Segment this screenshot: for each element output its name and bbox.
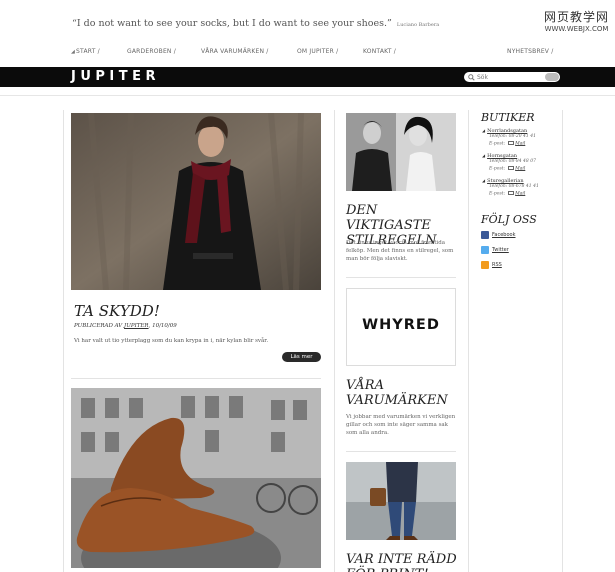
search-input[interactable] [477,72,545,82]
store-email: E-post: Mail [489,140,526,146]
post-meta: PUBLICERAD AV JUPITER, 10/10/09 [74,323,177,329]
post-meta-prefix: PUBLICERAD AV [74,323,123,329]
watermark: 网页教学网 WWW.WEBJX.COM [544,8,609,33]
store-mail-link[interactable]: Mail [515,166,525,171]
feature-text-varumarken: Vi jobbar med varumärken vi verkligen gi… [346,414,456,436]
feature-title-varumarken[interactable]: VÅRA VARUMÄRKEN [346,378,461,408]
feature-image-print[interactable] [346,462,456,540]
search-icon [468,73,475,81]
content-right-border [562,110,563,572]
store-email: E-post: Mail [489,190,526,196]
post-title[interactable]: TA SKYDD! [74,302,160,320]
header-divider [0,95,615,96]
feature-divider [346,277,456,278]
nav-item-kontakt[interactable]: KONTAKT / [363,48,396,55]
store-mail-link[interactable]: Mail [515,191,525,196]
nav-item-vara-varumarken[interactable]: VÅRA VARUMÄRKEN / [201,48,269,55]
search-box [464,72,560,82]
follow-rss[interactable]: RSS [481,261,502,269]
feature-divider [346,451,456,452]
store-item: ◢ Norrlandsgatan Telefon: 08-20 41 41 E-p… [482,128,536,148]
header-quote: “I do not want to see your socks, but I … [72,18,439,29]
post-excerpt: Vi har valt ut tio ytterplagg som du kan… [74,338,269,344]
watermark-title: 网页教学网 [543,10,609,24]
store-email: E-post: Mail [489,165,526,171]
read-more-button[interactable]: Läs mer [282,352,321,362]
mail-icon [508,190,515,195]
post-date: , 10/10/09 [148,323,177,329]
feature-title-print[interactable]: VAR INTE RÄDD FÖR PRINT! [346,552,461,572]
mail-icon [508,165,515,170]
nav-item-garderoben[interactable]: GARDEROBEN / [127,48,176,55]
nav-active-arrow-icon: ◢ [71,49,76,55]
brand-logo-whyred: WHYRED [362,317,440,333]
store-item: ◢ Hornsgatan Telefon: 08-84 48 07 E-post:… [482,153,536,173]
column-divider [468,110,469,572]
store-mail-link[interactable]: Mail [515,141,525,146]
brand-logo-box[interactable]: WHYRED [346,288,456,366]
follow-twitter[interactable]: Twitter [481,246,509,254]
feature-image-couple[interactable] [346,113,456,191]
store-item: ◢ Sturegallerian Telefon: 08-678 41 41 E-… [482,178,539,198]
nav-item-nyhetsbrev[interactable]: NYHETSBREV / [507,48,553,55]
header-bar: JUPITER [0,67,615,87]
content-left-border [63,110,64,572]
watermark-url: WWW.WEBJX.COM [544,25,609,33]
quote-text: “I do not want to see your socks, but I … [72,18,392,29]
arrow-icon: ◢ [482,178,486,183]
arrow-icon: ◢ [482,153,486,158]
site-logo[interactable]: JUPITER [71,69,160,84]
search-button[interactable] [545,73,559,81]
follow-facebook[interactable]: Facebook [481,231,516,239]
nav-item-om-jupiter[interactable]: OM JUPITER / [297,48,338,55]
post-image-shoes[interactable] [71,388,321,568]
post-image-coat[interactable] [71,113,321,290]
column-divider [334,110,335,572]
follow-heading: FÖLJ OSS [481,213,537,226]
main-nav: ◢START / GARDEROBEN / VÅRA VARUMÄRKEN / … [0,48,615,58]
mail-icon [508,140,515,145]
feature-text-stilregeln: Det finns inget vaccin mot framtida felk… [346,240,454,262]
post-divider [71,378,321,379]
rss-icon [481,261,489,269]
facebook-icon [481,231,489,239]
nav-item-start[interactable]: ◢START / [71,48,100,55]
quote-author: Luciano Barbera [396,22,440,28]
twitter-icon [481,246,489,254]
stores-heading: BUTIKER [481,111,535,124]
arrow-icon: ◢ [482,128,486,133]
post-author-link[interactable]: JUPITER [124,323,149,329]
